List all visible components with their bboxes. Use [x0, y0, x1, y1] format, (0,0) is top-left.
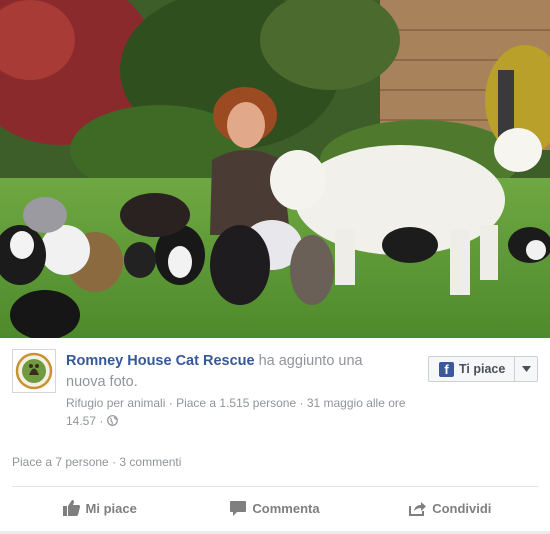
share-icon: [409, 501, 427, 516]
like-page-label: Ti piace: [459, 362, 506, 376]
like-page-dropdown[interactable]: [514, 357, 537, 381]
globe-icon[interactable]: [106, 413, 118, 426]
facebook-f-icon: f: [439, 361, 454, 377]
like-page-button[interactable]: f Ti piace: [428, 356, 538, 382]
comment-icon: [230, 500, 247, 516]
page-avatar[interactable]: [12, 349, 56, 393]
actions-divider: [12, 486, 538, 487]
post-stats: Piace a 7 persone · 3 commenti: [12, 455, 181, 469]
meta-separator: ·: [296, 396, 307, 410]
page-likes-count[interactable]: Piace a 1.515 persone: [176, 396, 296, 410]
post-headline: Romney House Cat Rescue ha aggiunto una …: [66, 351, 406, 393]
meta-separator: ·: [96, 414, 107, 428]
meta-separator: ·: [165, 396, 177, 410]
post-meta: Rifugio per animali · Piace a 1.515 pers…: [66, 394, 416, 430]
like-button-label: Mi piace: [85, 500, 137, 516]
like-button[interactable]: Mi piace: [12, 490, 187, 526]
thumbs-up-icon: [62, 500, 80, 516]
comment-button-label: Commenta: [252, 500, 320, 516]
comments-count-link[interactable]: 3 commenti: [119, 455, 181, 469]
comment-button[interactable]: Commenta: [187, 490, 362, 526]
page-category[interactable]: Rifugio per animali: [66, 396, 165, 410]
share-button-label: Condividi: [432, 500, 492, 516]
like-page-main[interactable]: f Ti piace: [429, 357, 514, 381]
romney-house-cat-rescue-logo: [13, 350, 55, 392]
caret-down-icon: [521, 366, 531, 372]
likes-count-link[interactable]: Piace a 7 persone: [12, 455, 109, 469]
photo-woman-with-cats-and-dog: [0, 0, 550, 338]
post-photo[interactable]: [0, 0, 550, 338]
post-header: Romney House Cat Rescue ha aggiunto una …: [12, 349, 538, 429]
page-name-link[interactable]: Romney House Cat Rescue: [66, 353, 255, 369]
post-actions: Mi piace Commenta Condividi: [12, 490, 538, 526]
stats-separator: ·: [108, 455, 120, 469]
share-button[interactable]: Condividi: [363, 490, 538, 526]
